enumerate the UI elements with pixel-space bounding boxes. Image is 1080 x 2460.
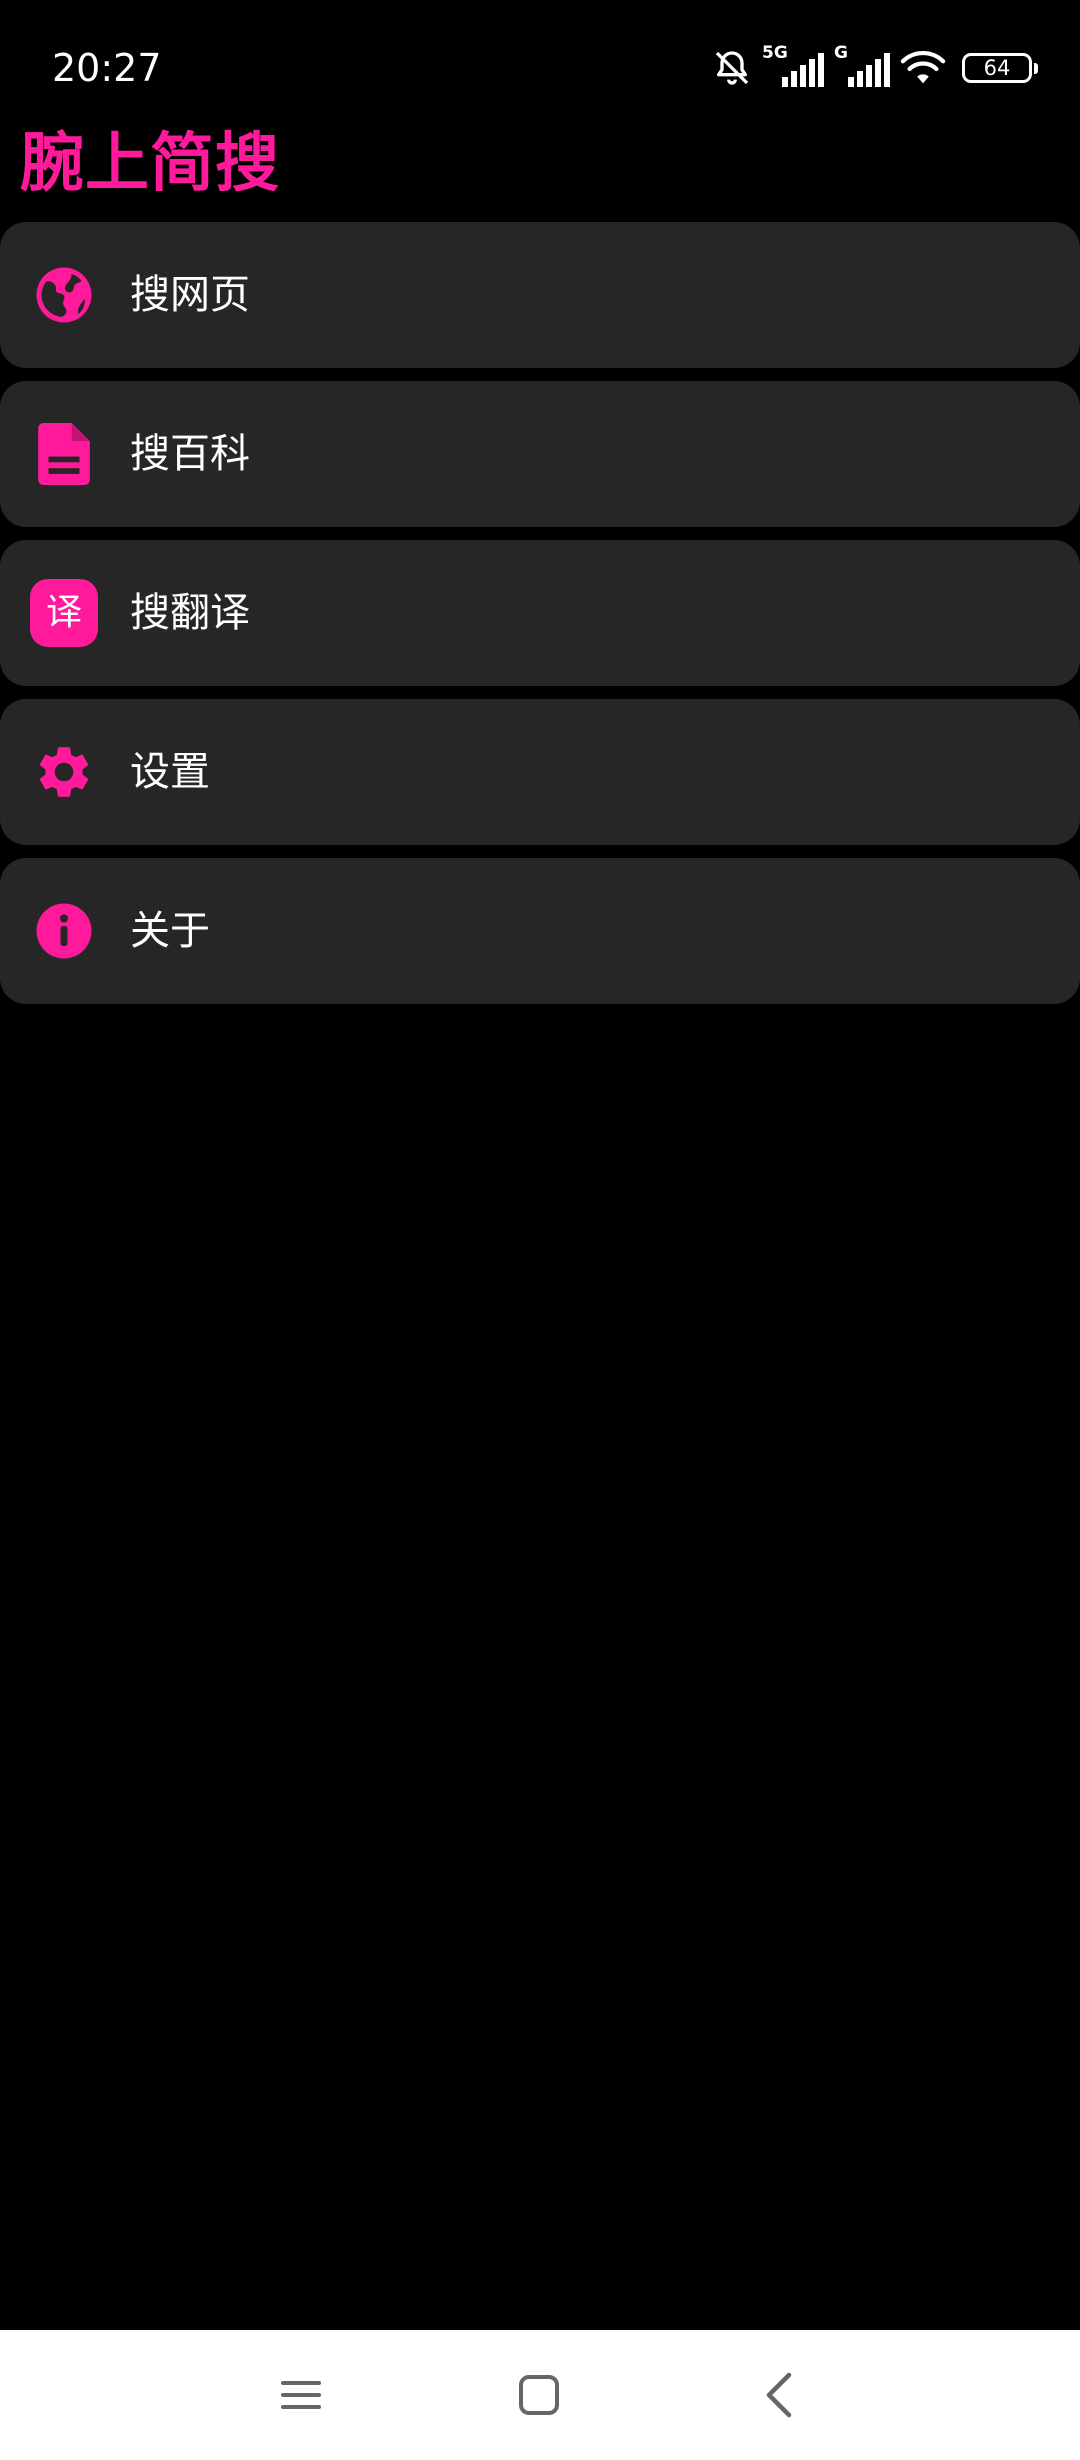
navigation-bar [0, 2330, 1080, 2460]
menu-item-settings[interactable]: 设置 [0, 699, 1080, 845]
globe-icon [30, 261, 98, 329]
gear-icon [30, 738, 98, 806]
status-icons: 5G G 64 [712, 40, 1038, 96]
menu-label-search-translate: 搜翻译 [130, 590, 250, 636]
signal-g-icon: G [834, 43, 890, 89]
menu-icon[interactable] [268, 2362, 334, 2428]
menu-item-search-wiki[interactable]: 搜百科 [0, 381, 1080, 527]
menu-label-search-web: 搜网页 [130, 272, 250, 318]
menu-label-search-wiki: 搜百科 [130, 431, 250, 477]
info-icon [30, 897, 98, 965]
menu-label-about: 关于 [130, 908, 210, 954]
menu-item-search-translate[interactable]: 译 搜翻译 [0, 540, 1080, 686]
signal-5g-icon: 5G [762, 43, 824, 89]
translate-icon: 译 [30, 579, 98, 647]
battery-level: 64 [983, 56, 1011, 80]
back-icon[interactable] [746, 2362, 812, 2428]
document-icon [30, 420, 98, 488]
home-icon[interactable] [506, 2362, 572, 2428]
app-title: 腕上简搜 [20, 127, 280, 201]
status-time: 20:27 [52, 46, 162, 90]
bell-off-icon [712, 48, 752, 88]
menu-item-search-web[interactable]: 搜网页 [0, 222, 1080, 368]
translate-badge: 译 [30, 579, 98, 647]
battery-icon: 64 [962, 53, 1038, 83]
status-bar: 20:27 5G G 64 [0, 0, 1080, 130]
menu-list: 搜网页 搜百科 译 搜翻译 设置 关于 [0, 222, 1080, 1017]
wifi-icon [900, 48, 946, 88]
menu-item-about[interactable]: 关于 [0, 858, 1080, 1004]
menu-label-settings: 设置 [130, 749, 210, 795]
